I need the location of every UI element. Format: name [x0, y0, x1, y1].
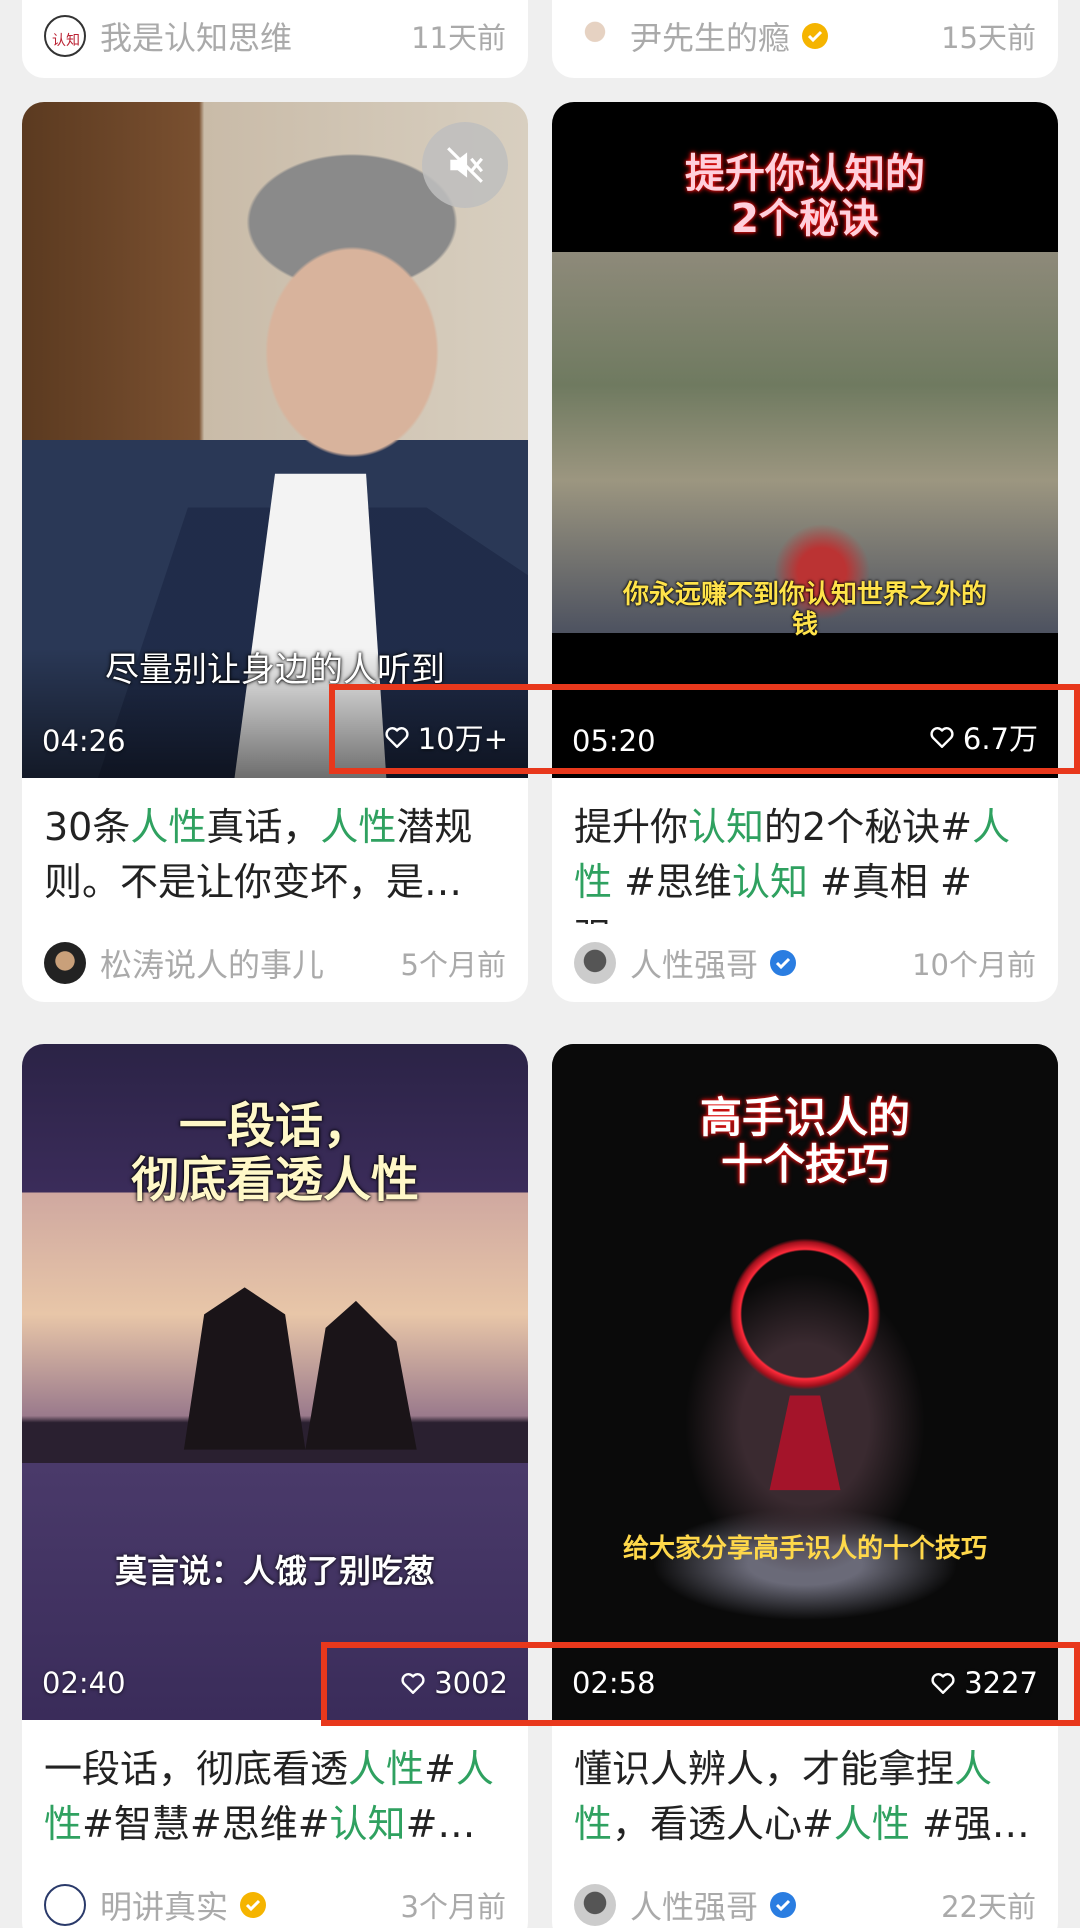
- avatar[interactable]: [574, 1884, 616, 1926]
- card-footer: 人性强哥 22天前: [552, 1866, 1058, 1928]
- card-footer: 松涛说人的事儿 5个月前: [22, 924, 528, 1002]
- video-overlay-title: 高手识人的 十个技巧: [699, 1093, 910, 1190]
- video-card[interactable]: 提升你认知的 2个秘诀 你永远赚不到你认知世界之外的 钱 05:20 6.7万 …: [552, 102, 1058, 1002]
- svg-text:认知: 认知: [52, 32, 80, 49]
- video-duration: 04:26: [42, 724, 126, 758]
- post-time: 22天前: [941, 1890, 1036, 1924]
- video-caption[interactable]: 一段话，彻底看透人性#人性#智慧#思维#认知#…: [22, 1720, 528, 1866]
- author-name[interactable]: 明讲真实: [100, 1882, 228, 1928]
- avatar[interactable]: [574, 15, 616, 57]
- top-card-left[interactable]: 认知 我是认知思维 11天前: [22, 0, 528, 78]
- author-name[interactable]: 尹先生的瘾: [630, 13, 790, 59]
- author-name[interactable]: 人性强哥: [630, 940, 758, 986]
- video-subtitle: 给大家分享高手识人的十个技巧: [622, 1534, 987, 1564]
- verified-badge-icon: [770, 1892, 797, 1918]
- verified-badge-icon: [802, 23, 829, 49]
- video-card[interactable]: 高手识人的 十个技巧 给大家分享高手识人的十个技巧 02:58 3227 懂识人…: [552, 1044, 1058, 1928]
- annotation-box-likes-row2: [321, 1642, 1080, 1726]
- avatar[interactable]: [574, 942, 616, 984]
- author-name[interactable]: 人性强哥: [630, 1882, 758, 1928]
- author-name[interactable]: 我是认知思维: [100, 13, 397, 59]
- post-time: 11天前: [411, 21, 506, 55]
- verified-badge-icon: [770, 950, 797, 976]
- annotation-box-likes-row1: [329, 684, 1080, 774]
- author-name[interactable]: 松涛说人的事儿: [100, 940, 387, 986]
- mute-icon: [447, 147, 484, 183]
- video-subtitle: 你永远赚不到你认知世界之外的 钱: [622, 580, 987, 640]
- card-footer: 明讲真实 3个月前: [22, 1866, 528, 1928]
- video-overlay-title: 提升你认知的 2个秘诀: [685, 151, 925, 242]
- avatar[interactable]: 认知: [44, 15, 86, 57]
- video-caption[interactable]: 懂识人辨人，才能拿捏人性，看透人心#人性 #强…: [552, 1720, 1058, 1866]
- verified-badge-icon: [240, 1892, 267, 1918]
- card-footer: 人性强哥 10个月前: [552, 924, 1058, 1002]
- post-time: 3个月前: [400, 1890, 506, 1924]
- video-thumbnail[interactable]: 尽量别让身边的人听到 04:26 10万+: [22, 102, 528, 778]
- video-duration: 02:40: [42, 1666, 126, 1700]
- video-subtitle: 莫言说：人饿了别吃葱: [114, 1552, 435, 1590]
- video-overlay-title: 一段话， 彻底看透人性: [130, 1098, 419, 1208]
- post-time: 15天前: [941, 21, 1036, 55]
- mute-button[interactable]: [422, 122, 508, 208]
- video-caption[interactable]: 30条人性真话，人性潜规则。不是让你变坏，是…: [22, 778, 528, 924]
- video-caption[interactable]: 提升你认知的2个秘诀#人性 #思维认知 #真相 #强…: [552, 778, 1058, 924]
- video-card[interactable]: 一段话， 彻底看透人性 莫言说：人饿了别吃葱 02:40 3002 一段话，彻底…: [22, 1044, 528, 1928]
- avatar[interactable]: [44, 942, 86, 984]
- video-thumbnail[interactable]: 一段话， 彻底看透人性 莫言说：人饿了别吃葱 02:40 3002: [22, 1044, 528, 1720]
- avatar[interactable]: [44, 1884, 86, 1926]
- video-thumbnail[interactable]: 提升你认知的 2个秘诀 你永远赚不到你认知世界之外的 钱 05:20 6.7万: [552, 102, 1058, 778]
- video-card[interactable]: 尽量别让身边的人听到 04:26 10万+ 30条人性真话，人性潜规则。不是让你…: [22, 102, 528, 1002]
- post-time: 10个月前: [912, 948, 1036, 982]
- video-thumbnail[interactable]: 高手识人的 十个技巧 给大家分享高手识人的十个技巧 02:58 3227: [552, 1044, 1058, 1720]
- post-time: 5个月前: [400, 948, 506, 982]
- top-card-right[interactable]: 尹先生的瘾 15天前: [552, 0, 1058, 78]
